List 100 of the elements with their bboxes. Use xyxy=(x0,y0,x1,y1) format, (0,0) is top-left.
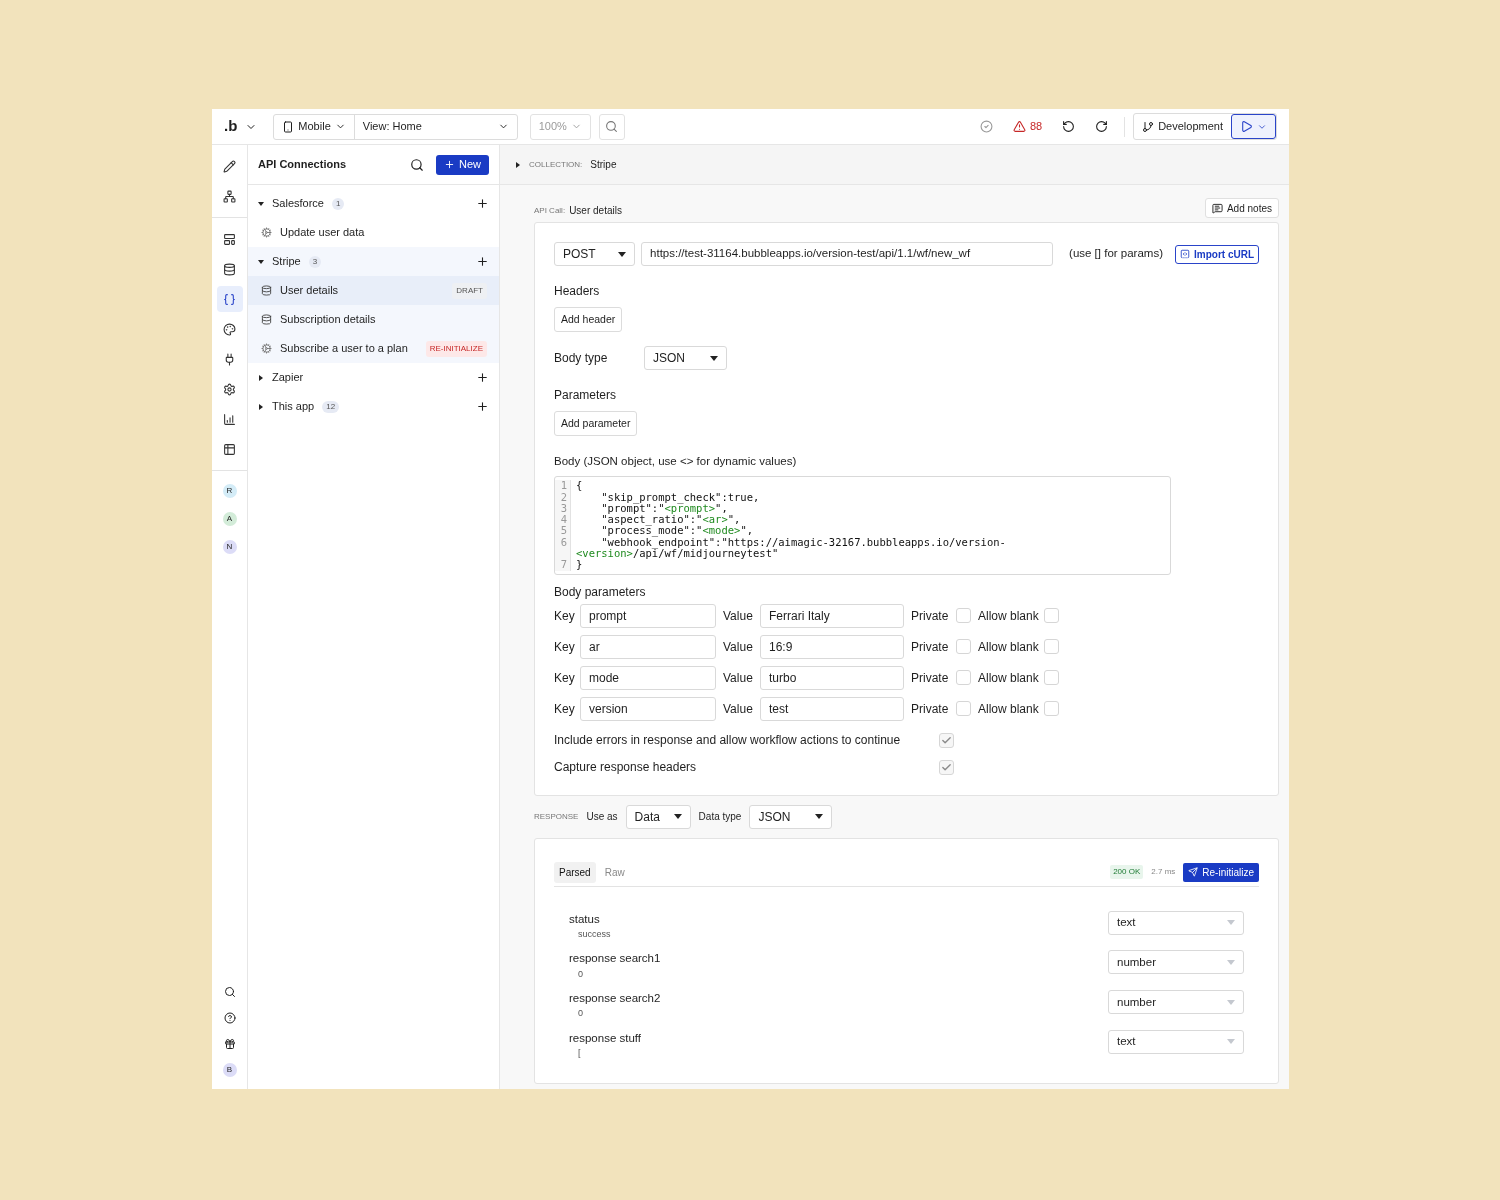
check-circle-icon[interactable] xyxy=(979,120,993,133)
value-field[interactable]: Ferrari Italy xyxy=(760,603,904,628)
database-icon xyxy=(261,285,272,296)
add-icon[interactable] xyxy=(476,255,489,268)
group-name[interactable]: Stripe xyxy=(272,253,301,270)
gift-icon[interactable] xyxy=(223,1038,236,1050)
preview-button[interactable] xyxy=(1231,114,1276,139)
code-icon xyxy=(1180,249,1190,259)
add-notes-button[interactable]: Add notes xyxy=(1204,198,1279,218)
checkbox[interactable] xyxy=(939,759,954,775)
count-badge: 3 xyxy=(308,255,322,268)
panel-title: API Connections xyxy=(258,157,347,173)
code-line: "process_mode":"<mode>", xyxy=(600,525,754,537)
new-button[interactable]: New xyxy=(436,154,489,175)
search-icon[interactable] xyxy=(223,986,236,998)
key-field[interactable]: prompt xyxy=(580,603,716,628)
api-call-item[interactable]: User details DRAFT xyxy=(248,276,499,305)
api-call-item[interactable]: Subscribe a user to a plan RE-INITIALIZE xyxy=(248,334,499,363)
api-call-item[interactable]: Update user data xyxy=(248,218,499,247)
url-field[interactable]: https://test-31164.bubbleapps.io/version-test/api/1.1/wf/new_wf xyxy=(641,242,1054,266)
logo[interactable]: .b xyxy=(224,115,238,138)
section-label: Parameters xyxy=(554,387,618,404)
line-number: 6 xyxy=(560,535,567,548)
code-editor[interactable] xyxy=(554,476,1171,575)
checkbox[interactable] xyxy=(1044,670,1059,686)
undo-icon[interactable] xyxy=(1062,120,1076,133)
code-line: "prompt":"<prompt>", xyxy=(600,502,728,515)
data-type-dropdown[interactable]: JSON xyxy=(749,804,833,829)
field-type-dropdown[interactable]: text xyxy=(1108,910,1244,935)
field-label: Allow blank xyxy=(978,700,1040,718)
add-icon[interactable] xyxy=(476,371,489,384)
group-name[interactable]: Salesforce xyxy=(272,195,324,212)
api-call-name: User details xyxy=(569,204,623,218)
avatar[interactable]: A xyxy=(222,512,237,526)
issues-indicator[interactable]: 88 xyxy=(1012,118,1043,135)
field-label: Private xyxy=(911,638,950,656)
expanded-triangle-icon[interactable] xyxy=(258,200,264,207)
add-icon[interactable] xyxy=(476,400,489,413)
field-label: Allow blank xyxy=(978,669,1040,687)
key-field[interactable]: ar xyxy=(580,634,716,659)
code-line: "aspect_ratio":"<ar>", xyxy=(600,514,741,526)
method-dropdown[interactable]: POST xyxy=(554,242,636,266)
line-number: 3 xyxy=(560,501,567,514)
phone-icon xyxy=(282,120,295,133)
check-icon xyxy=(941,734,952,746)
breadcrumb-value[interactable]: Stripe xyxy=(590,157,617,172)
play-icon xyxy=(1240,120,1253,133)
braces-icon[interactable] xyxy=(216,286,243,312)
field-label: Allow blank xyxy=(978,638,1040,656)
line-number: 2 xyxy=(560,490,567,503)
avatar[interactable]: N xyxy=(222,540,237,554)
field-sample: success xyxy=(577,927,611,941)
checkbox[interactable] xyxy=(956,608,971,624)
view-dropdown[interactable]: View: Home xyxy=(354,114,517,139)
expanded-triangle-icon[interactable] xyxy=(258,258,264,265)
search-button[interactable] xyxy=(598,113,625,140)
api-call-item[interactable]: Subscription details xyxy=(248,305,499,334)
add-header-button[interactable]: Add header xyxy=(554,307,623,332)
checkbox[interactable] xyxy=(1044,639,1059,655)
field-type-dropdown[interactable]: number xyxy=(1108,950,1244,975)
caret-icon xyxy=(1227,959,1235,965)
field-type-dropdown[interactable]: text xyxy=(1108,1029,1244,1054)
response-tab[interactable]: Raw xyxy=(599,861,630,883)
collapsed-triangle-icon[interactable] xyxy=(258,403,264,410)
add-parameter-button[interactable]: Add parameter xyxy=(554,411,638,436)
redo-icon[interactable] xyxy=(1095,120,1109,133)
field-label: Key xyxy=(554,669,576,687)
caret-icon xyxy=(1227,999,1235,1005)
checkbox[interactable] xyxy=(939,732,954,748)
add-icon[interactable] xyxy=(476,197,489,210)
value-field[interactable]: turbo xyxy=(760,665,904,690)
key-field[interactable]: mode xyxy=(580,665,716,690)
avatar[interactable]: R xyxy=(222,484,237,498)
value-field[interactable]: test xyxy=(760,696,904,721)
checkbox[interactable] xyxy=(1044,701,1059,717)
field-type-dropdown[interactable]: number xyxy=(1108,990,1244,1015)
api-call-label: API Call: xyxy=(534,205,566,217)
search-icon[interactable] xyxy=(410,157,424,172)
help-icon[interactable] xyxy=(223,1012,236,1024)
use-as-dropdown[interactable]: Data xyxy=(625,804,691,829)
avatar[interactable]: B xyxy=(222,1063,237,1077)
collapsed-triangle-icon[interactable] xyxy=(515,161,521,168)
response-label: RESPONSE xyxy=(534,810,579,823)
line-number: 7 xyxy=(560,558,567,571)
checkbox[interactable] xyxy=(956,639,971,655)
section-label: Body parameters xyxy=(554,583,647,601)
key-field[interactable]: version xyxy=(580,696,716,721)
response-tab[interactable]: Parsed xyxy=(554,861,596,883)
reinitialize-button[interactable]: Re-initialize xyxy=(1183,862,1259,882)
body-type-dropdown[interactable]: JSON xyxy=(644,346,727,370)
value-field[interactable]: 16:9 xyxy=(760,634,904,659)
checkbox[interactable] xyxy=(956,701,971,717)
collapsed-triangle-icon[interactable] xyxy=(258,374,264,381)
caret-icon xyxy=(1227,920,1235,926)
group-name[interactable]: This app xyxy=(272,398,315,415)
checkbox[interactable] xyxy=(1044,608,1059,624)
group-name[interactable]: Zapier xyxy=(272,369,304,386)
import-curl-button[interactable]: Import cURL xyxy=(1175,244,1259,264)
device-dropdown[interactable]: Mobile xyxy=(274,114,355,139)
checkbox[interactable] xyxy=(956,670,971,686)
